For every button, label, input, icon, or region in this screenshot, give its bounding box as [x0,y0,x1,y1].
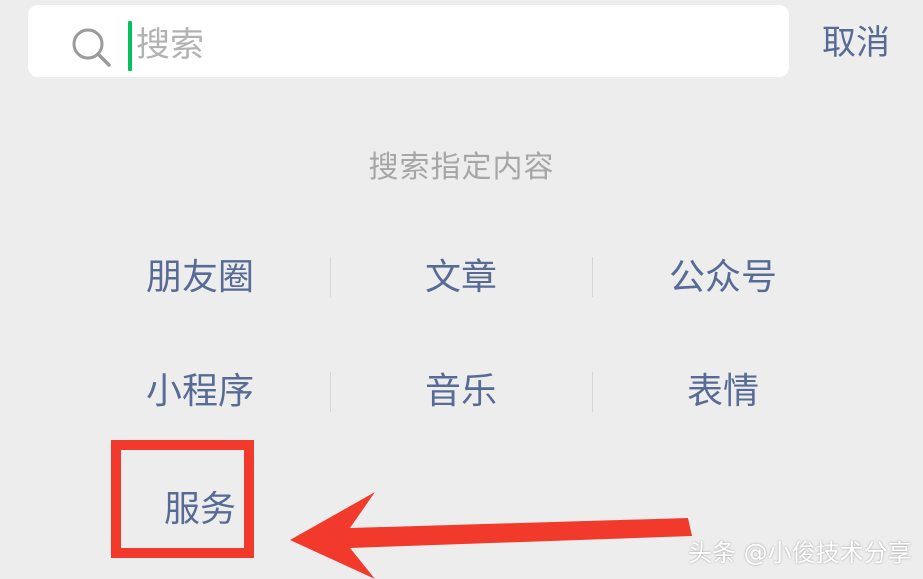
category-moments[interactable]: 朋友圈 [100,248,300,308]
text-caret [128,21,132,71]
annotation-highlight-box [111,440,254,558]
watermark: 头条 @小俊技术分享 [688,539,912,567]
divider [592,372,593,412]
category-music[interactable]: 音乐 [361,362,561,422]
category-mini-programs[interactable]: 小程序 [100,362,300,422]
search-bar[interactable] [28,5,796,77]
divider [330,257,331,297]
category-official-accounts[interactable]: 公众号 [623,248,823,308]
search-icon [72,28,111,67]
category-articles[interactable]: 文章 [361,248,561,308]
section-title: 搜索指定内容 [368,150,555,185]
divider [330,372,331,412]
category-stickers[interactable]: 表情 [623,362,823,422]
cancel-button[interactable]: 取消 [806,18,906,68]
divider [592,257,593,297]
search-input[interactable] [136,15,796,75]
arrow-left-icon [290,492,692,579]
